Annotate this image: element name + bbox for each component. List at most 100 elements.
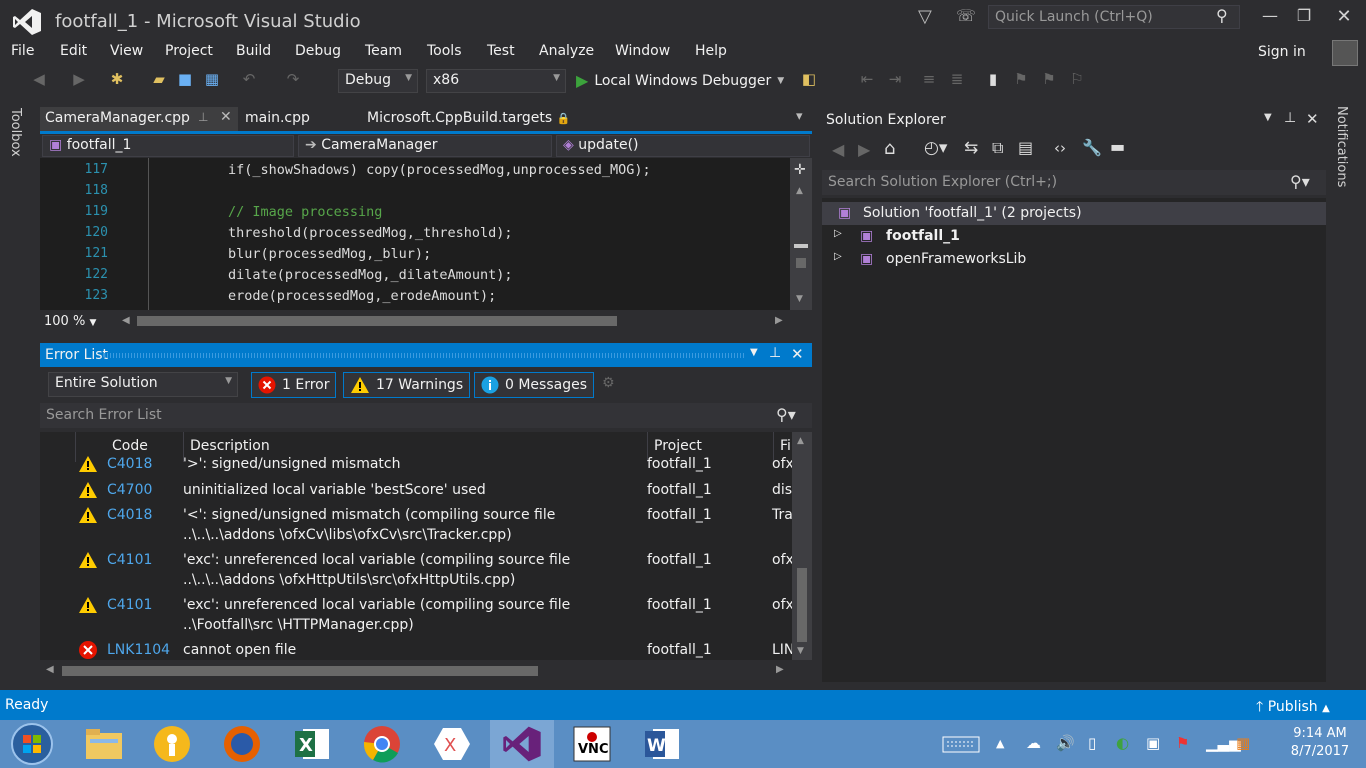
zoom-select[interactable]: 100 % ▼ — [44, 314, 96, 329]
close-icon[interactable]: ✕ — [791, 345, 804, 363]
split-icon[interactable]: ✛ — [794, 162, 806, 178]
notification-icon[interactable]: ▦ — [1236, 734, 1256, 754]
action-center-icon[interactable]: ⚑ — [1176, 734, 1196, 754]
volume-icon[interactable]: 🔊 — [1056, 734, 1076, 754]
taskbar-excel[interactable]: X — [280, 720, 344, 768]
scroll-thumb[interactable] — [62, 666, 538, 676]
filter-icon[interactable]: ▽ — [918, 6, 932, 27]
editor-hscroll-thumb[interactable] — [137, 316, 617, 326]
menu-file[interactable]: File — [11, 43, 34, 59]
close-icon[interactable]: ✕ — [1306, 110, 1319, 128]
tab-cameramanager-cpp[interactable]: CameraManager.cpp ⊥ ✕ — [40, 107, 238, 132]
save-all-icon[interactable]: ▦ — [203, 70, 221, 88]
error-search-input[interactable]: Search Error List ⚲▾ — [40, 403, 812, 428]
forward-icon[interactable]: ▶ — [70, 70, 88, 88]
menu-debug[interactable]: Debug — [295, 43, 341, 59]
menu-edit[interactable]: Edit — [60, 43, 87, 59]
taskbar-firefox[interactable] — [210, 720, 274, 768]
menu-help[interactable]: Help — [695, 43, 727, 59]
error-code[interactable]: C4101 — [107, 595, 152, 615]
sync-icon[interactable]: ⇆ — [964, 138, 978, 158]
notifications-tab[interactable]: Notifications — [1334, 106, 1349, 187]
scroll-thumb[interactable] — [794, 244, 808, 248]
back-icon[interactable]: ◀ — [832, 140, 844, 159]
toolbox-tab[interactable]: Toolbox — [8, 108, 23, 157]
code-editor[interactable]: 117 if(_showShadows) copy(processedMog,u… — [40, 158, 790, 310]
taskbar-vnc[interactable]: VNC — [560, 720, 624, 768]
menu-analyze[interactable]: Analyze — [539, 43, 594, 59]
pin-icon[interactable]: ⊥ — [769, 345, 781, 361]
view-code-icon[interactable]: ‹› — [1054, 139, 1066, 157]
menu-test[interactable]: Test — [487, 43, 515, 59]
close-tab-icon[interactable]: ✕ — [220, 109, 232, 125]
scroll-up-icon[interactable]: ▲ — [797, 436, 804, 446]
indent-icon[interactable]: ⇤ — [858, 70, 876, 88]
sign-in-link[interactable]: Sign in — [1258, 44, 1306, 60]
scroll-left-icon[interactable]: ◀ — [46, 664, 54, 675]
forward-icon[interactable]: ▶ — [858, 140, 870, 159]
clear-filter-icon[interactable]: ⚙ — [602, 375, 615, 391]
home-icon[interactable]: ⌂ — [884, 138, 895, 159]
uncomment-icon[interactable]: ≣ — [948, 70, 966, 88]
error-list-vertical-scrollbar[interactable]: ▲ ▼ — [792, 432, 812, 660]
window-menu-icon[interactable]: ▼ — [1264, 112, 1272, 123]
start-debugging-button[interactable]: ▶ Local Windows Debugger ▼ — [576, 71, 784, 90]
tree-solution-node[interactable]: ▣ Solution 'footfall_1' (2 projects) — [822, 202, 1326, 225]
device-icon[interactable]: ▣ — [1146, 734, 1166, 754]
error-list-horizontal-scrollbar[interactable]: ◀ ▶ — [40, 660, 812, 682]
feedback-icon[interactable]: ☏ — [956, 6, 976, 25]
menu-window[interactable]: Window — [615, 43, 670, 59]
find-in-files-icon[interactable]: ◧ — [800, 70, 818, 88]
menu-build[interactable]: Build — [236, 43, 271, 59]
tree-project-node[interactable]: ▷ ▣ openFrameworksLib — [822, 248, 1326, 271]
taskbar-visual-studio[interactable] — [490, 720, 554, 768]
scroll-right-icon[interactable]: ▶ — [776, 664, 784, 675]
battery-icon[interactable]: ▯ — [1088, 734, 1108, 754]
properties-icon[interactable]: 🔧 — [1082, 138, 1102, 157]
search-icon[interactable]: ⚲▾ — [1290, 172, 1310, 191]
pending-changes-icon[interactable]: ◴▾ — [924, 138, 947, 158]
keyboard-icon[interactable] — [942, 734, 980, 754]
expand-arrow-icon[interactable]: ▷ — [834, 228, 842, 239]
bookmark-icon[interactable]: ▮ — [984, 70, 1002, 88]
cloud-icon[interactable]: ☁ — [1026, 734, 1046, 754]
tree-project-node[interactable]: ▷ ▣ footfall_1 — [822, 225, 1326, 248]
warnings-filter-button[interactable]: 17 Warnings — [343, 372, 471, 398]
menu-tools[interactable]: Tools — [427, 43, 462, 59]
project-nav-select[interactable]: ▣ footfall_1 — [42, 135, 294, 157]
search-icon[interactable]: ⚲ — [1216, 6, 1228, 25]
pin-icon[interactable]: ⊥ — [1284, 110, 1296, 126]
new-project-icon[interactable]: ✱ — [108, 70, 126, 88]
solution-search-input[interactable]: Search Solution Explorer (Ctrl+;) ⚲▾ — [822, 170, 1326, 195]
scroll-up-icon[interactable]: ▲ — [796, 186, 803, 196]
open-file-icon[interactable]: ▰ — [150, 70, 168, 88]
search-icon[interactable]: ⚲▾ — [776, 405, 796, 424]
taskbar-app-yellow[interactable] — [140, 720, 204, 768]
save-icon[interactable]: ■ — [176, 70, 194, 88]
messages-filter-button[interactable]: 0 Messages — [474, 372, 595, 398]
next-bookmark-icon[interactable]: ⚑ — [1040, 70, 1058, 88]
minimize-button[interactable]: — — [1254, 6, 1286, 30]
taskbar-file-explorer[interactable] — [72, 720, 136, 768]
sync-app-icon[interactable]: ◐ — [1116, 734, 1136, 754]
network-icon[interactable]: ▁▃▅ — [1206, 734, 1241, 754]
error-code[interactable]: C4018 — [107, 454, 152, 474]
clear-bookmarks-icon[interactable]: ⚐ — [1068, 70, 1086, 88]
error-row[interactable]: C4018 '>': signed/unsigned mismatch foot… — [40, 454, 792, 472]
taskbar-xamarin[interactable]: X — [420, 720, 484, 768]
scroll-down-icon[interactable]: ▼ — [797, 646, 804, 656]
close-button[interactable]: ✕ — [1328, 6, 1360, 30]
comment-icon[interactable]: ≡ — [920, 70, 938, 88]
redo-icon[interactable]: ↷ — [284, 70, 302, 88]
platform-select[interactable]: x86 ▼ — [426, 69, 566, 93]
editor-vertical-scrollbar[interactable]: ✛ ▲ ▼ — [790, 158, 812, 310]
show-hidden-icons[interactable]: ▲ — [996, 737, 1016, 757]
tab-overflow-icon[interactable]: ▾ — [796, 109, 803, 124]
scroll-down-icon[interactable]: ▼ — [796, 294, 803, 304]
scope-select[interactable]: Entire Solution ▼ — [48, 372, 238, 397]
error-code[interactable]: C4101 — [107, 550, 152, 570]
errors-filter-button[interactable]: 1 Error — [251, 372, 337, 398]
clock[interactable]: 9:14 AM 8/7/2017 — [1280, 725, 1360, 761]
scroll-right-icon[interactable]: ▶ — [775, 315, 783, 326]
back-icon[interactable]: ◀ — [30, 70, 48, 88]
